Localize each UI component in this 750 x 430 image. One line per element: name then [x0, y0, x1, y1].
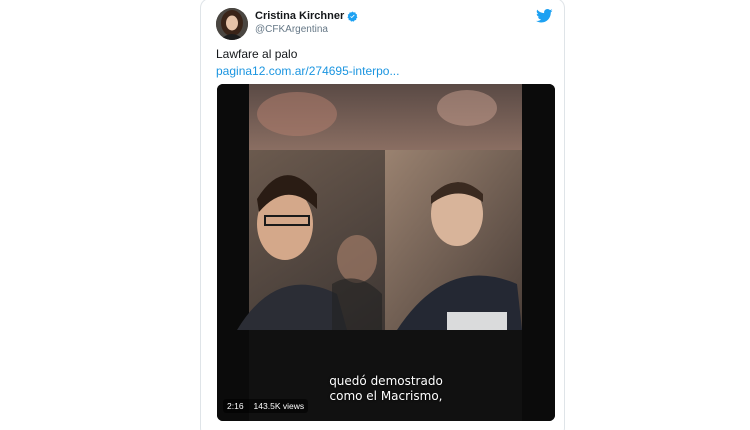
author-display-name[interactable]: Cristina Kirchner: [255, 10, 358, 22]
video-views: 143.5K views: [253, 401, 305, 411]
tweet-text: Lawfare al palo: [216, 47, 298, 61]
avatar[interactable]: [216, 8, 248, 40]
author-name-text[interactable]: Cristina Kirchner: [255, 10, 344, 22]
caption-line-1: quedó demostrado: [329, 374, 443, 388]
author-handle[interactable]: @CFKArgentina: [255, 24, 328, 35]
video-player[interactable]: quedó demostrado como el Macrismo, 2:16 …: [217, 84, 555, 421]
page: Cristina Kirchner @CFKArgentina Lawfare …: [0, 0, 750, 430]
avatar-image: [216, 8, 248, 40]
video-frame: [217, 84, 555, 421]
video-stats-badge: 2:16 143.5K views: [223, 399, 309, 413]
tweet-link[interactable]: pagina12.com.ar/274695-interpo...: [216, 64, 399, 78]
verified-badge-icon: [347, 10, 358, 22]
video-duration: 2:16: [227, 401, 244, 411]
twitter-bird-icon[interactable]: [536, 9, 553, 23]
tweet-card[interactable]: Cristina Kirchner @CFKArgentina Lawfare …: [200, 0, 565, 430]
